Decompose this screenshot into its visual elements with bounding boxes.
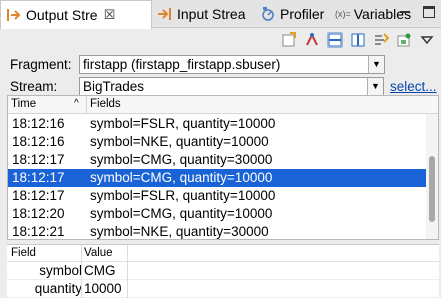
tab-label: Input Strea xyxy=(177,6,246,22)
table-row-selected[interactable]: 18:12:17 symbol=CMG, quantity=10000 xyxy=(8,169,427,187)
fields-cell: symbol=CMG, quantity=10000 xyxy=(90,206,273,222)
tab-output-streams[interactable]: Output Stre ☒ xyxy=(0,0,152,29)
fragment-value: firstapp (firstapp_firstapp.sbuser) xyxy=(83,56,281,72)
time-cell: 18:12:16 xyxy=(12,116,65,132)
stream-select[interactable]: BigTrades ▼ xyxy=(79,76,384,96)
sort-ascending-icon: ^ xyxy=(74,98,79,109)
field-value: 10000 xyxy=(84,281,122,296)
time-cell: 18:12:16 xyxy=(12,134,65,150)
stream-label: Stream: xyxy=(10,78,58,94)
maximize-icon[interactable] xyxy=(423,6,435,18)
scrollbar-thumb[interactable] xyxy=(429,156,435,222)
field-name: quantity xyxy=(34,281,82,296)
minimize-icon[interactable] xyxy=(399,6,411,18)
filter-icon[interactable] xyxy=(373,32,390,48)
column-divider[interactable] xyxy=(81,245,82,262)
table-header: Time ^ Fields xyxy=(8,96,438,114)
fragment-select[interactable]: firstapp (firstapp_firstapp.sbuser) ▼ xyxy=(79,54,385,74)
fields-cell: symbol=NKE, quantity=10000 xyxy=(90,134,269,150)
fragment-label: Fragment: xyxy=(10,56,72,72)
settings-icon[interactable] xyxy=(396,32,412,48)
tab-label: Output Stre xyxy=(26,7,98,23)
pin-icon[interactable] xyxy=(304,32,320,48)
time-cell: 18:12:21 xyxy=(12,224,65,240)
column-header-value[interactable]: Value xyxy=(84,247,113,259)
select-link[interactable]: select... xyxy=(390,79,437,94)
chevron-down-icon[interactable]: ▼ xyxy=(367,77,383,95)
events-table: Time ^ Fields 18:12:16 symbol=FSLR, quan… xyxy=(7,95,439,240)
variables-icon: (x)= xyxy=(335,9,351,19)
field-value: CMG xyxy=(84,263,116,278)
fields-cell: symbol=CMG, quantity=30000 xyxy=(90,152,273,168)
window-controls xyxy=(399,6,435,18)
table-row[interactable]: 18:12:16 symbol=FSLR, quantity=10000 xyxy=(8,115,427,133)
input-stream-icon xyxy=(157,7,173,21)
field-name: symbol xyxy=(39,263,82,278)
view-menu-icon[interactable] xyxy=(419,32,435,48)
fields-cell: symbol=CMG, quantity=10000 xyxy=(90,170,273,186)
table-row[interactable]: 18:12:17 symbol=FSLR, quantity=10000 xyxy=(8,187,427,205)
layout-horizontal-icon[interactable] xyxy=(327,32,343,48)
view-tab-bar: Output Stre ☒ Input Strea Profiler (x)= … xyxy=(0,0,441,29)
time-cell: 18:12:17 xyxy=(12,152,65,168)
fragment-row: Fragment: firstapp (firstapp_firstapp.sb… xyxy=(0,54,441,74)
layout-vertical-icon[interactable] xyxy=(350,32,366,48)
column-header-fields[interactable]: Fields xyxy=(90,98,121,110)
stream-value: BigTrades xyxy=(83,78,145,94)
tab-label: Profiler xyxy=(280,6,325,22)
time-cell: 18:12:17 xyxy=(12,170,65,186)
view-toolbar xyxy=(281,31,435,49)
fields-cell: symbol=FSLR, quantity=10000 xyxy=(90,188,276,204)
column-header-time[interactable]: Time xyxy=(11,98,36,110)
detail-row[interactable]: symbol CMG xyxy=(7,262,439,280)
column-divider xyxy=(81,262,82,298)
column-divider xyxy=(127,262,128,298)
tab-profiler[interactable]: Profiler xyxy=(258,0,332,28)
profiler-icon xyxy=(260,7,276,21)
output-stream-icon xyxy=(6,8,22,22)
time-cell: 18:12:17 xyxy=(12,188,65,204)
table-row[interactable]: 18:12:20 symbol=CMG, quantity=10000 xyxy=(8,205,427,223)
close-icon[interactable]: ☒ xyxy=(104,7,116,23)
column-divider[interactable] xyxy=(86,96,87,113)
fields-cell: symbol=FSLR, quantity=10000 xyxy=(90,116,276,132)
field-value-table: Field Value symbol CMG quantity 10000 xyxy=(7,244,439,298)
chevron-down-icon[interactable]: ▼ xyxy=(368,55,384,73)
table-row[interactable]: 18:12:17 symbol=CMG, quantity=30000 xyxy=(8,151,427,169)
detail-row[interactable]: quantity 10000 xyxy=(7,280,439,298)
fields-cell: symbol=NKE, quantity=30000 xyxy=(90,224,269,240)
table-row[interactable]: 18:12:21 symbol=NKE, quantity=30000 xyxy=(8,223,427,240)
column-header-field[interactable]: Field xyxy=(11,247,36,259)
stream-row: Stream: BigTrades ▼ select... xyxy=(0,76,441,96)
export-icon[interactable] xyxy=(281,32,297,48)
vertical-scrollbar[interactable] xyxy=(426,114,438,239)
column-divider[interactable] xyxy=(127,245,128,262)
time-cell: 18:12:20 xyxy=(12,206,65,222)
table-row[interactable]: 18:12:16 symbol=NKE, quantity=10000 xyxy=(8,133,427,151)
detail-header: Field Value xyxy=(7,245,439,262)
tab-input-streams[interactable]: Input Strea xyxy=(153,0,248,28)
